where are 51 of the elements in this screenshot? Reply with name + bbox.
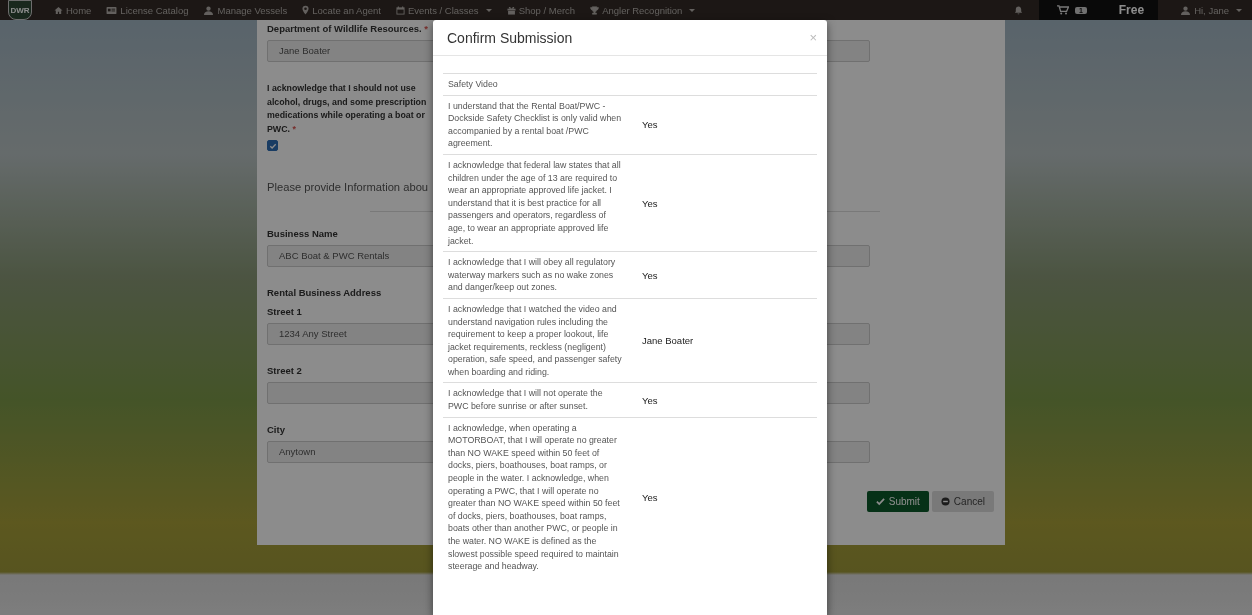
checkmark-icon (875, 497, 885, 506)
answer-text: Yes (642, 394, 658, 406)
nav-link[interactable]: Shop / Merch (506, 4, 576, 16)
calendar-icon (395, 5, 405, 15)
nav-link[interactable]: License Catalog (106, 4, 189, 16)
modal-title: Confirm Submission (447, 29, 573, 46)
home-icon (54, 5, 63, 15)
map-marker-icon (302, 5, 310, 15)
field-label: Business Name (267, 228, 338, 239)
nav-link[interactable]: Home (54, 4, 92, 16)
nav-link[interactable]: Locate an Agent (302, 4, 381, 16)
nav-link[interactable]: Events / Classes (395, 4, 492, 16)
question-text: I acknowledge that I will not operate the PWC before sunrise or after sunset. (448, 387, 604, 413)
field-label: Street 1 (267, 306, 302, 317)
person-icon (203, 5, 215, 15)
acknowledgement-text: I acknowledge that I should not use alcohol, drugs, and some prescription medications while operating a boat or PWC. * (267, 82, 428, 136)
caret-icon (689, 8, 696, 12)
caret-icon (485, 8, 492, 12)
question-text: I acknowledge, when operating a MOTORBOAT, that I will operate no greater than NO WAKE speed within 50 feet of docks, piers, boathouses, boat ramps, or people in the water. I acknowledge, when operating a PWC, that I will operate no greater than NO WAKE speed within 50 feet of docks, piers, boathouses, boat ramps, boats other than another PWC, or people in the water. NO WAKE is defined as the slowest possible speed required to maintain steerage and headway. (448, 421, 621, 573)
nav-link[interactable]: Manage Vessels (203, 4, 288, 16)
question-text: I acknowledge that federal law states that all children under the age of 13 are required to wear an appropriate approved life jacket. I understand that it is best practice for all passengers and operators, regardless of age, to wear an appropriate approved life jacket. (448, 158, 622, 248)
section-title: Safety Video (448, 78, 499, 91)
id-card-icon (106, 5, 118, 15)
question-text: I acknowledge that I will obey all regulatory waterway markers such as no wake zones and danger/keep out zones. (448, 256, 617, 294)
cart-icon (1056, 5, 1069, 15)
dwr-logo[interactable]: DWR (8, 0, 32, 20)
submit-button[interactable]: Submit (866, 491, 929, 512)
section-heading: Please provide Information abou (267, 181, 429, 193)
group-label: Rental Business Address (267, 287, 382, 298)
gift-icon (506, 5, 516, 15)
nav-link[interactable]: Angler Recognition (590, 4, 696, 16)
bell-icon[interactable] (1013, 5, 1023, 15)
caret-icon (1236, 8, 1242, 12)
cancel-button[interactable]: Cancel (931, 491, 994, 512)
answer-text: Yes (642, 197, 658, 209)
field-label: City (267, 424, 285, 435)
trophy-icon (590, 5, 600, 15)
minus-circle-icon (940, 497, 950, 506)
plan-label: Free (1118, 3, 1145, 17)
close-button[interactable]: × (809, 30, 817, 45)
user-menu[interactable]: Hi, Jane (1180, 4, 1242, 16)
answer-text: Yes (642, 491, 658, 503)
user-icon (1180, 5, 1192, 15)
answer-text: Jane Boater (642, 335, 694, 347)
field-label: Street 2 (267, 365, 302, 376)
answer-text: Yes (642, 119, 658, 131)
answer-text: Yes (642, 269, 658, 281)
question-text: I acknowledge that I watched the video and understand navigation rules including the requirement to keep a proper lookout, life jacket requirements, reckless (negligent) operation, safe speed, and passenger safety when boarding and riding. (448, 302, 623, 379)
question-text: I understand that the Rental Boat/PWC - Dockside Safety Checklist is only valid when accompanied by a rental boat /PWC agreement. (448, 99, 623, 150)
checkbox[interactable] (267, 140, 278, 151)
field-label: Department of Wildlife Resources. * (267, 23, 428, 34)
